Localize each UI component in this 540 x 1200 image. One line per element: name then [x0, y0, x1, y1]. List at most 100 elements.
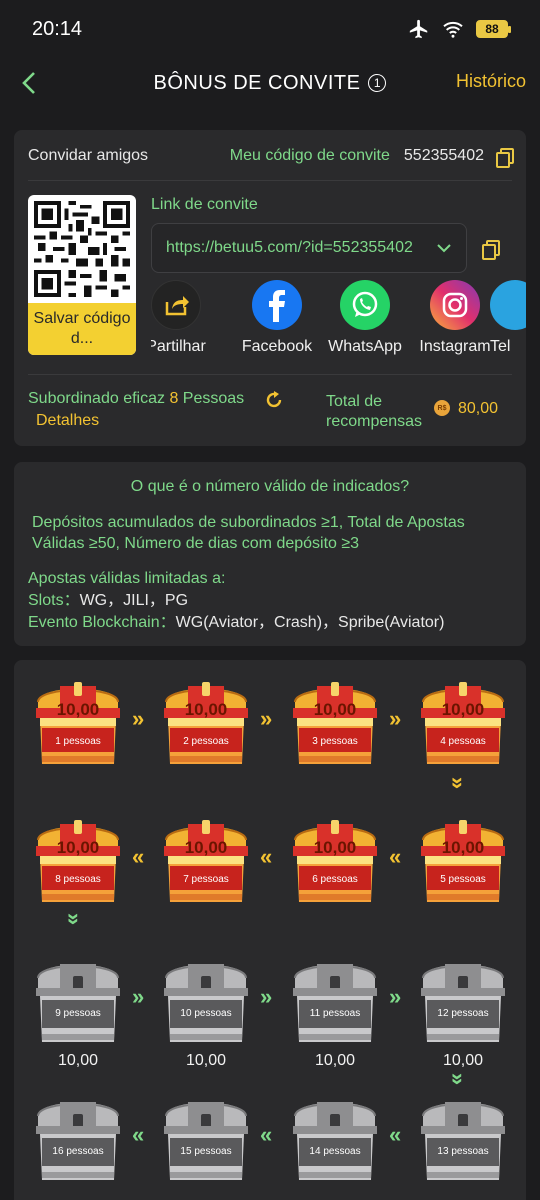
share-options: Partilhar Facebook WhatsApp Instagram Te…: [151, 280, 526, 360]
arrow-down-icon: »: [446, 1072, 472, 1086]
chest-people-label: 15 pessoas: [180, 1146, 232, 1157]
arrow-right-icon: »: [132, 984, 145, 1009]
rules-blockchain: Evento Blockchain：WG(Aviator，Crash)，Spri…: [28, 614, 445, 631]
rules-card: O que é o número válido de indicados? De…: [14, 462, 526, 646]
divider: [28, 374, 512, 375]
reward-chest[interactable]: 12 pessoas: [415, 950, 511, 1046]
reward-chest[interactable]: 11 pessoas: [287, 950, 383, 1046]
chest-rewards-card: 1 pessoas 10,00 » 2 pessoas 10,00 » 3 pessoas 1…: [14, 660, 526, 1200]
facebook-icon: [252, 280, 302, 330]
share-option-partilhar[interactable]: Partilhar: [151, 280, 221, 356]
subordinate-count: 8: [169, 390, 179, 407]
arrow-left-icon: «: [132, 1122, 145, 1147]
chest-people-label: 14 pessoas: [309, 1146, 361, 1157]
chest-reward-value: 10,00: [185, 1052, 227, 1069]
rules-title: O que é o número válido de indicados?: [130, 478, 410, 495]
arrow-left-icon: «: [260, 1122, 273, 1147]
arrow-left-icon: «: [389, 844, 402, 869]
reward-chest[interactable]: 10 pessoas: [158, 950, 254, 1046]
invite-code-row: Convidar amigos Meu código de convite 55…: [28, 142, 514, 170]
status-bar: 20:14 88: [0, 0, 540, 58]
reward-chest[interactable]: 3 pessoas 10,00: [287, 672, 383, 768]
save-qr-button[interactable]: Salvar código d...: [28, 303, 136, 355]
chest-reward-value: 10,00: [441, 700, 485, 719]
qr-code-icon: [34, 201, 130, 297]
chest-people-label: 8 pessoas: [55, 874, 101, 885]
total-rewards-value: 80,00: [458, 400, 499, 417]
chest-people-label: 9 pessoas: [55, 1008, 101, 1019]
copy-code-icon[interactable]: [496, 148, 514, 168]
total-rewards-label: Total de recompensas: [326, 393, 423, 430]
reward-chest[interactable]: 13 pessoas: [415, 1088, 511, 1184]
qr-code-image: [28, 195, 136, 303]
rules-description: Depósitos acumulados de subordinados ≥1,…: [32, 514, 465, 552]
chest-reward-value: 10,00: [56, 838, 100, 857]
divider: [28, 180, 512, 181]
reward-chest[interactable]: 15 pessoas: [158, 1088, 254, 1184]
reward-chest[interactable]: 14 pessoas: [287, 1088, 383, 1184]
chest-people-label: 1 pessoas: [55, 736, 101, 747]
chest-people-label: 5 pessoas: [440, 874, 486, 885]
arrow-right-icon: »: [260, 984, 273, 1009]
refresh-icon[interactable]: [264, 390, 284, 410]
share-label: Instagram: [419, 338, 491, 355]
status-time: 20:14: [32, 17, 83, 40]
page-title-wrap: BÔNUS DE CONVITE 1: [154, 72, 387, 95]
history-link[interactable]: Histórico: [456, 71, 526, 92]
share-option-facebook[interactable]: Facebook: [232, 280, 322, 356]
chest-people-label: 11 pessoas: [309, 1008, 361, 1019]
chest-reward-value: 10,00: [442, 1052, 484, 1069]
coin-icon: R$: [434, 400, 450, 416]
share-icon: [151, 280, 201, 330]
chest-people-label: 10 pessoas: [180, 1008, 232, 1019]
details-link[interactable]: Detalhes: [36, 412, 99, 430]
reward-chest[interactable]: 9 pessoas: [30, 950, 126, 1046]
invite-link-label: Link de convite: [151, 196, 258, 213]
invite-link-select[interactable]: https://betuu5.com/?id=552355402: [151, 223, 467, 273]
arrow-right-icon: »: [260, 706, 273, 731]
page-title: BÔNUS DE CONVITE: [153, 71, 361, 94]
chest-people-label: 6 pessoas: [312, 874, 358, 885]
invite-code-label: Meu código de convite: [229, 147, 390, 164]
stats-row: Subordinado eficaz 8 Pessoas Detalhes To…: [28, 388, 512, 438]
telegram-icon: [490, 280, 526, 330]
chest-reward-value: 10,00: [313, 700, 357, 719]
chevron-down-icon: [437, 244, 451, 253]
info-icon[interactable]: 1: [368, 74, 387, 92]
chest-people-label: 12 pessoas: [437, 1008, 489, 1019]
chest-reward-value: 10,00: [313, 838, 357, 857]
invite-card: Convidar amigos Meu código de convite 55…: [14, 130, 526, 446]
chevron-left-icon: [22, 72, 35, 94]
reward-chest[interactable]: 1 pessoas 10,00: [30, 672, 126, 768]
share-option-telegram[interactable]: Tel: [490, 280, 526, 356]
share-label: Tel: [490, 338, 511, 355]
share-label: WhatsApp: [328, 338, 402, 355]
invite-link-value: https://betuu5.com/?id=552355402: [166, 239, 413, 256]
share-label: Partilhar: [151, 338, 206, 355]
wifi-icon: [443, 21, 463, 38]
arrow-right-icon: »: [132, 706, 145, 731]
chest-reward-value: 10,00: [56, 700, 100, 719]
arrow-left-icon: «: [260, 844, 273, 869]
page-header: BÔNUS DE CONVITE 1 Histórico: [0, 58, 540, 108]
reward-chest[interactable]: 8 pessoas 10,00: [30, 810, 126, 906]
share-option-whatsapp[interactable]: WhatsApp: [320, 280, 410, 356]
arrow-right-icon: »: [389, 984, 402, 1009]
reward-chest[interactable]: 4 pessoas 10,00: [415, 672, 511, 768]
reward-chest[interactable]: 16 pessoas: [30, 1088, 126, 1184]
chest-people-label: 3 pessoas: [312, 736, 358, 747]
back-button[interactable]: [14, 68, 44, 98]
reward-chest[interactable]: 6 pessoas 10,00: [287, 810, 383, 906]
copy-link-icon[interactable]: [482, 240, 500, 260]
invite-code-value: 552355402: [403, 147, 484, 164]
arrow-down-icon: »: [446, 776, 472, 790]
instagram-icon: [430, 280, 480, 330]
reward-chest[interactable]: 7 pessoas 10,00: [158, 810, 254, 906]
chest-reward-value: 10,00: [57, 1052, 99, 1069]
chest-reward-value: 10,00: [184, 838, 228, 857]
arrow-left-icon: «: [389, 1122, 402, 1147]
reward-chest[interactable]: 2 pessoas 10,00: [158, 672, 254, 768]
share-option-instagram[interactable]: Instagram: [410, 280, 500, 356]
chest-reward-value: 10,00: [314, 1052, 356, 1069]
reward-chest[interactable]: 5 pessoas 10,00: [415, 810, 511, 906]
